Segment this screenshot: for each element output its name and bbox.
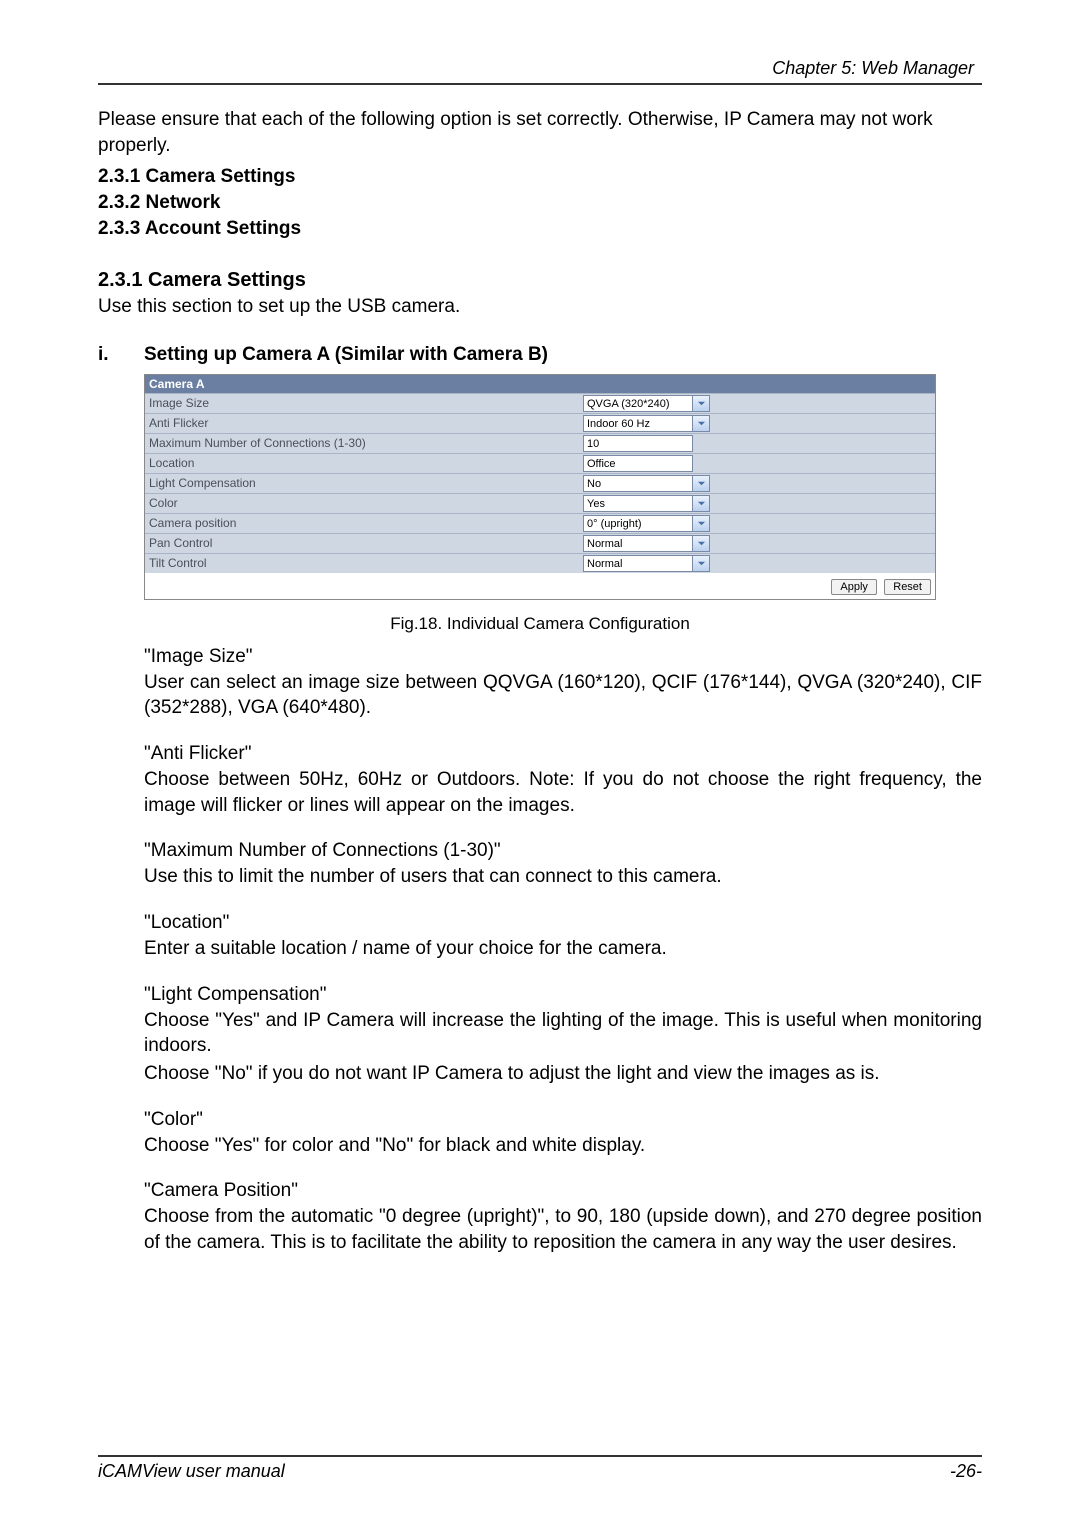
config-input[interactable]: Office <box>583 455 693 472</box>
p5-body1: Choose "Yes" and IP Camera will increase… <box>144 1008 982 1059</box>
config-row: Anti FlickerIndoor 60 Hz <box>145 413 935 433</box>
config-label: Pan Control <box>145 534 583 552</box>
config-row: ColorYes <box>145 493 935 513</box>
intro-text: Please ensure that each of the following… <box>98 107 982 158</box>
config-row: Tilt ControlNormal <box>145 553 935 573</box>
config-label: Anti Flicker <box>145 414 583 432</box>
config-label: Image Size <box>145 394 583 412</box>
p1-body: User can select an image size between QQ… <box>144 670 982 721</box>
config-row: LocationOffice <box>145 453 935 473</box>
section-231-title: 2.3.1 Camera Settings <box>98 269 982 292</box>
apply-button[interactable]: Apply <box>831 579 877 595</box>
toc-item-account-settings: 2.3.3 Account Settings <box>98 216 982 242</box>
config-label: Tilt Control <box>145 554 583 572</box>
chevron-down-icon[interactable] <box>693 535 710 552</box>
p3-title: "Maximum Number of Connections (1-30)" <box>144 840 982 862</box>
reset-button[interactable]: Reset <box>884 579 931 595</box>
config-label: Camera position <box>145 514 583 532</box>
roman-i-num: i. <box>98 344 144 366</box>
chevron-down-icon[interactable] <box>693 555 710 572</box>
p4-body: Enter a suitable location / name of your… <box>144 936 982 962</box>
config-label: Maximum Number of Connections (1-30) <box>145 434 583 452</box>
camera-config-screenshot: Camera A Image SizeQVGA (320*240)Anti Fl… <box>144 374 936 600</box>
chapter-header: Chapter 5: Web Manager <box>98 58 982 85</box>
footer-left: iCAMView user manual <box>98 1461 285 1482</box>
footer-right: -26- <box>950 1461 982 1482</box>
config-label: Light Compensation <box>145 474 583 492</box>
toc-item-network: 2.3.2 Network <box>98 190 982 216</box>
chevron-down-icon[interactable] <box>693 475 710 492</box>
toc-item-camera-settings: 2.3.1 Camera Settings <box>98 164 982 190</box>
p2-title: "Anti Flicker" <box>144 743 982 765</box>
config-select[interactable]: Normal <box>583 555 693 572</box>
p6-body: Choose "Yes" for color and "No" for blac… <box>144 1133 982 1159</box>
config-select[interactable]: Yes <box>583 495 693 512</box>
p5-body2: Choose "No" if you do not want IP Camera… <box>144 1061 982 1087</box>
config-input[interactable]: 10 <box>583 435 693 452</box>
p5-title: "Light Compensation" <box>144 984 982 1006</box>
chevron-down-icon[interactable] <box>693 515 710 532</box>
figure-caption: Fig.18. Individual Camera Configuration <box>98 614 982 634</box>
roman-i-title: Setting up Camera A (Similar with Camera… <box>144 344 548 366</box>
config-select[interactable]: 0° (upright) <box>583 515 693 532</box>
chevron-down-icon[interactable] <box>693 415 710 432</box>
config-row: Light CompensationNo <box>145 473 935 493</box>
p7-body: Choose from the automatic "0 degree (upr… <box>144 1204 982 1255</box>
section-231-sub: Use this section to set up the USB camer… <box>98 294 982 320</box>
config-select[interactable]: No <box>583 475 693 492</box>
shot-title: Camera A <box>145 375 935 393</box>
config-row: Image SizeQVGA (320*240) <box>145 393 935 413</box>
p7-title: "Camera Position" <box>144 1180 982 1202</box>
p6-title: "Color" <box>144 1109 982 1131</box>
chevron-down-icon[interactable] <box>693 495 710 512</box>
p4-title: "Location" <box>144 912 982 934</box>
config-label: Location <box>145 454 583 472</box>
chevron-down-icon[interactable] <box>693 395 710 412</box>
config-row: Maximum Number of Connections (1-30)10 <box>145 433 935 453</box>
p3-body: Use this to limit the number of users th… <box>144 864 982 890</box>
config-select[interactable]: Indoor 60 Hz <box>583 415 693 432</box>
p2-body: Choose between 50Hz, 60Hz or Outdoors. N… <box>144 767 982 818</box>
p1-title: "Image Size" <box>144 646 982 668</box>
config-row: Camera position0° (upright) <box>145 513 935 533</box>
config-select[interactable]: QVGA (320*240) <box>583 395 693 412</box>
config-label: Color <box>145 494 583 512</box>
config-select[interactable]: Normal <box>583 535 693 552</box>
config-row: Pan ControlNormal <box>145 533 935 553</box>
